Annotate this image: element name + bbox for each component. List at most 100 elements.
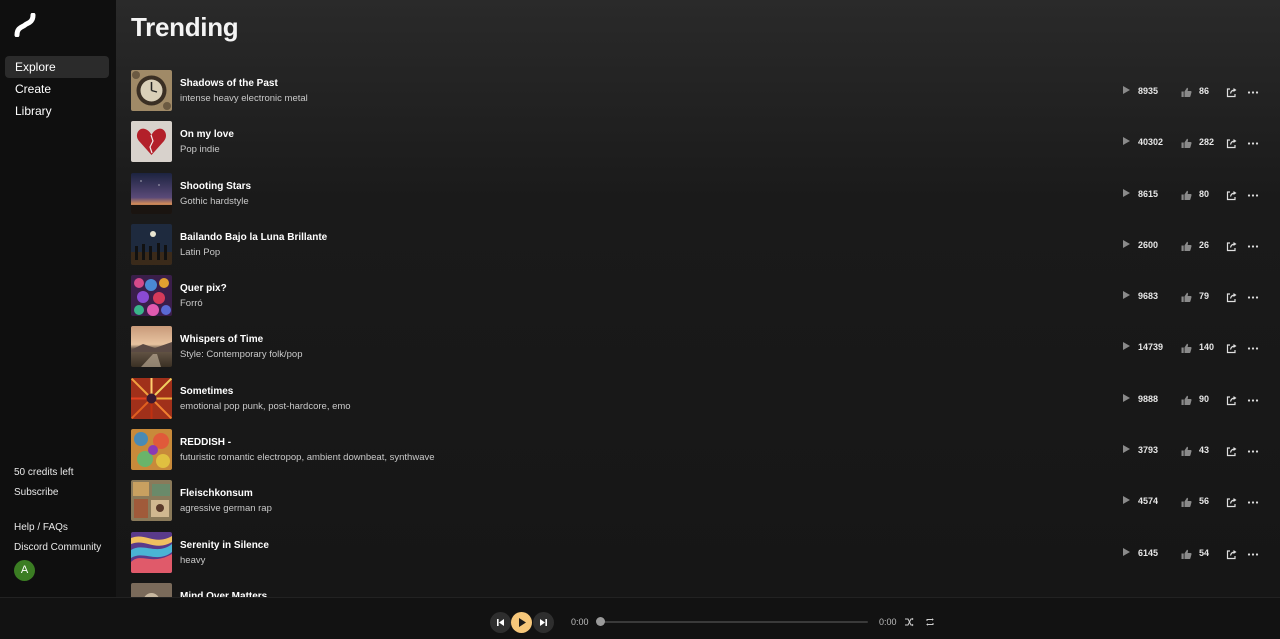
track-title[interactable]: Bailando Bajo la Luna Brillante	[180, 232, 327, 243]
play-count: 9683	[1138, 291, 1159, 302]
share-icon[interactable]	[1226, 290, 1237, 303]
progress-knob[interactable]	[596, 617, 605, 626]
logo-icon[interactable]	[13, 13, 37, 37]
share-icon[interactable]	[1226, 239, 1237, 251]
play-count: 4574	[1138, 496, 1159, 507]
album-art[interactable]	[131, 121, 172, 163]
thumbs-up-icon[interactable]	[1181, 85, 1192, 97]
thumbs-up-icon[interactable]	[1181, 547, 1192, 559]
album-art[interactable]	[131, 480, 172, 522]
share-icon[interactable]	[1226, 85, 1237, 98]
track-title[interactable]: REDDISH -	[180, 437, 231, 448]
discord-community-link[interactable]: Discord Community	[14, 541, 114, 554]
shuffle-icon[interactable]	[904, 617, 914, 627]
track-title[interactable]: Whispers of Time	[180, 334, 263, 345]
more-options-icon[interactable]	[1247, 393, 1259, 404]
album-art[interactable]	[131, 582, 172, 597]
thumbs-up-icon[interactable]	[1181, 495, 1192, 508]
track-row[interactable]: Fleischkonsum agressive german rap 4574 56	[131, 480, 1265, 531]
album-art[interactable]	[131, 326, 172, 368]
album-art[interactable]	[131, 275, 172, 317]
play-count: 14739	[1138, 342, 1164, 353]
play-icon[interactable]	[1123, 547, 1130, 556]
progress-bar[interactable]	[600, 621, 868, 623]
sidebar-item-create[interactable]: Create	[5, 78, 109, 100]
like-count: 86	[1199, 86, 1210, 96]
track-row[interactable]: Bailando Bajo la Luna Brillante Latin Pop…	[131, 223, 1265, 275]
play-icon[interactable]	[1123, 86, 1130, 94]
thumbs-up-icon[interactable]	[1181, 444, 1192, 457]
previous-button[interactable]	[490, 612, 511, 633]
track-row[interactable]: On my love Pop indie 40302 282	[131, 121, 1265, 172]
play-icon[interactable]	[1123, 445, 1130, 454]
album-art[interactable]	[131, 172, 172, 214]
more-options-icon[interactable]	[1247, 290, 1259, 301]
subscribe-link[interactable]: Subscribe	[14, 486, 114, 499]
thumbs-up-icon[interactable]	[1181, 136, 1192, 149]
track-row[interactable]: Sometimes emotional pop punk, post-hardco…	[131, 377, 1265, 429]
total-time: 0:00	[879, 617, 897, 627]
play-icon[interactable]	[1123, 188, 1130, 197]
more-options-icon[interactable]	[1247, 136, 1259, 147]
track-title[interactable]: On my love	[180, 129, 234, 140]
avatar[interactable]: A	[14, 560, 35, 581]
repeat-icon[interactable]	[925, 617, 935, 627]
play-icon[interactable]	[1123, 239, 1130, 248]
play-count: 8615	[1138, 188, 1159, 199]
more-options-icon[interactable]	[1247, 547, 1259, 558]
sidebar-item-explore[interactable]: Explore	[5, 56, 109, 78]
play-icon[interactable]	[1123, 137, 1130, 146]
help-faqs-link[interactable]: Help / FAQs	[14, 521, 114, 534]
track-style: Pop indie	[180, 144, 220, 156]
track-style: heavy	[180, 554, 206, 566]
play-icon[interactable]	[1123, 291, 1130, 300]
more-options-icon[interactable]	[1247, 444, 1259, 455]
share-icon[interactable]	[1226, 495, 1237, 508]
thumbs-up-icon[interactable]	[1181, 239, 1192, 251]
play-button[interactable]	[511, 612, 532, 633]
track-row[interactable]: Shooting Stars Gothic hardstyle 8615 80	[131, 172, 1265, 224]
share-icon[interactable]	[1226, 136, 1237, 149]
skip-forward-icon	[540, 619, 547, 626]
thumbs-up-icon[interactable]	[1181, 393, 1192, 405]
like-count: 54	[1199, 547, 1210, 558]
track-title[interactable]: Sometimes	[180, 386, 233, 397]
share-icon[interactable]	[1226, 444, 1237, 457]
album-art[interactable]	[131, 70, 172, 111]
album-art[interactable]	[131, 377, 172, 419]
more-options-icon[interactable]	[1247, 85, 1259, 96]
track-title[interactable]: Fleischkonsum	[180, 488, 253, 499]
track-row[interactable]: Whispers of Time Style: Contemporary folk…	[131, 326, 1265, 377]
track-style: emotional pop punk, post-hardcore, emo	[180, 400, 351, 412]
track-row[interactable]: REDDISH - futuristic romantic electropop,…	[131, 429, 1265, 480]
album-art[interactable]	[131, 223, 172, 265]
track-row[interactable]: Mind Over Matters	[131, 582, 1265, 597]
current-time: 0:00	[571, 617, 589, 627]
track-row[interactable]: Shadows of the Past intense heavy electro…	[131, 70, 1265, 121]
sidebar-item-library[interactable]: Library	[5, 100, 109, 122]
more-options-icon[interactable]	[1247, 341, 1259, 352]
next-button[interactable]	[533, 612, 554, 633]
album-art[interactable]	[131, 429, 172, 471]
like-count: 26	[1199, 239, 1210, 250]
track-row[interactable]: Serenity in Silence heavy 6145 54	[131, 531, 1265, 583]
album-art[interactable]	[131, 531, 172, 573]
track-title[interactable]: Quer pix?	[180, 283, 227, 294]
share-icon[interactable]	[1226, 547, 1237, 559]
thumbs-up-icon[interactable]	[1181, 188, 1192, 200]
thumbs-up-icon[interactable]	[1181, 290, 1192, 303]
play-icon[interactable]	[1123, 393, 1130, 402]
track-title[interactable]: Serenity in Silence	[180, 540, 269, 551]
share-icon[interactable]	[1226, 188, 1237, 200]
track-row[interactable]: Quer pix? Forró 9683 79	[131, 275, 1265, 326]
more-options-icon[interactable]	[1247, 239, 1259, 250]
track-title[interactable]: Shooting Stars	[180, 181, 251, 192]
play-icon[interactable]	[1123, 496, 1130, 505]
more-options-icon[interactable]	[1247, 188, 1259, 199]
share-icon[interactable]	[1226, 393, 1237, 405]
track-title[interactable]: Shadows of the Past	[180, 78, 278, 89]
more-options-icon[interactable]	[1247, 495, 1259, 506]
play-icon[interactable]	[1123, 342, 1130, 351]
thumbs-up-icon[interactable]	[1181, 341, 1192, 354]
share-icon[interactable]	[1226, 341, 1237, 354]
